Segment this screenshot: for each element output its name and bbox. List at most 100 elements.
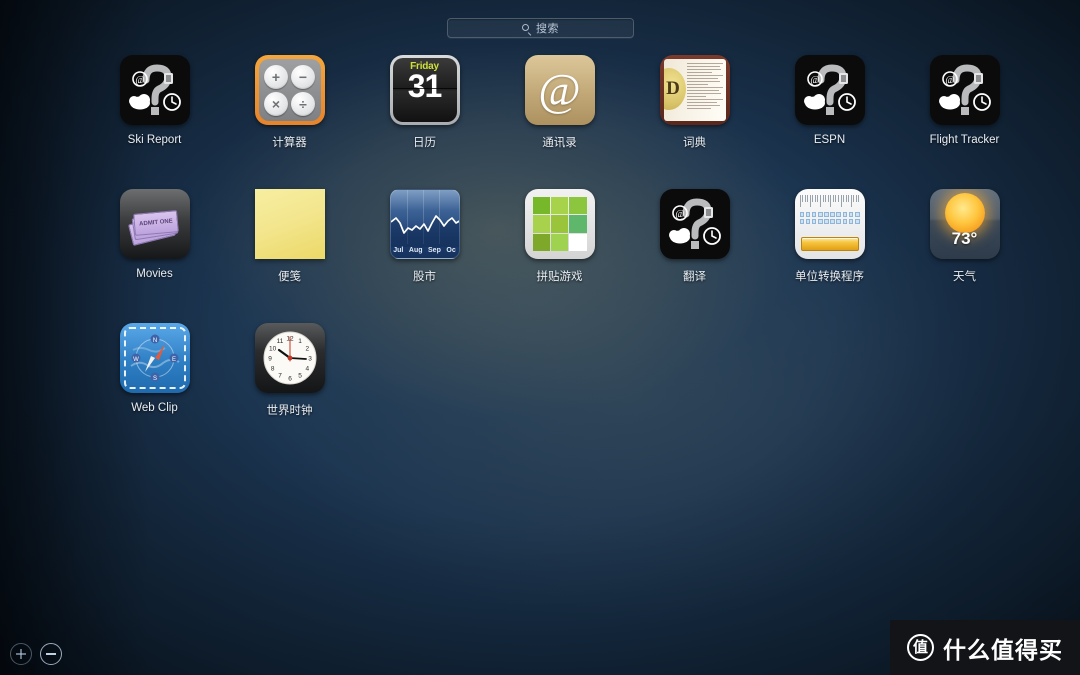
converter-bar [800, 237, 859, 251]
ruler-marks [799, 195, 860, 208]
tile [532, 197, 550, 215]
svg-text:@: @ [135, 75, 144, 86]
svg-text:11: 11 [276, 338, 283, 345]
watermark: 值 什么值得买 [890, 620, 1080, 675]
widget-label: 计算器 [272, 137, 307, 149]
stocks-month: Sep [428, 247, 441, 254]
svg-text:6: 6 [288, 375, 292, 382]
widget-label: Flight Tracker [929, 134, 1000, 146]
widget-label: 单位转换程序 [795, 271, 864, 283]
calendar-icon: Friday 31 [389, 55, 460, 125]
calc-key-minus: − [291, 64, 315, 89]
calendar-day: 31 [407, 68, 443, 104]
svg-text:9: 9 [268, 355, 272, 362]
widget-unit-converter[interactable]: 单位转换程序 [762, 189, 897, 284]
widget-ski-report[interactable]: @ Ski Report [87, 55, 222, 150]
widget-web-clip[interactable]: N S E W Web Clip [87, 323, 222, 418]
svg-text:4: 4 [305, 365, 309, 372]
ticket-front: ADMIT ONE [132, 210, 179, 236]
widget-label: Movies [136, 268, 173, 280]
widget-translation[interactable]: @ 翻译 [627, 189, 762, 284]
weather-sun-icon: 73° [929, 189, 1000, 259]
widget-contacts[interactable]: @ 通讯录 [492, 55, 627, 150]
widget-label: 股市 [413, 271, 436, 283]
analog-clock-icon: 121234567891011 [254, 323, 325, 393]
tile [550, 197, 569, 215]
tile [569, 215, 587, 233]
widget-movies[interactable]: ADMIT ONE Movies [87, 189, 222, 284]
placeholder-widget-icon: @ [929, 55, 1000, 125]
widget-label: 词典 [683, 137, 706, 149]
svg-text:2: 2 [305, 345, 309, 352]
stocks-month: Aug [408, 247, 423, 254]
widget-flight-tracker[interactable]: @ Flight Tracker [897, 55, 1032, 150]
search-placeholder: 搜索 [536, 23, 559, 35]
weather-temperature: 73° [951, 229, 978, 248]
dictionary-icon: D [659, 55, 730, 125]
widget-world-clock[interactable]: 121234567891011 世界时钟 [222, 323, 357, 418]
stocks-month: Jul [393, 247, 404, 254]
stocks-month: Oc [446, 247, 456, 254]
calculator-icon: + − × ÷ [254, 55, 325, 125]
widget-tile-game[interactable]: 拼贴游戏 [492, 189, 627, 284]
svg-text:5: 5 [298, 373, 302, 380]
calc-key-plus: + [264, 64, 288, 89]
tile [532, 233, 550, 251]
movie-ticket-icon: ADMIT ONE [119, 189, 190, 259]
svg-text:1: 1 [298, 338, 302, 345]
svg-text:10: 10 [269, 345, 277, 352]
watermark-logo: 值 [907, 634, 934, 661]
widget-dictionary[interactable]: D 词典 [627, 55, 762, 150]
widget-label: 拼贴游戏 [536, 271, 583, 283]
tile [569, 197, 587, 215]
tile [569, 233, 587, 251]
tile [550, 215, 569, 233]
placeholder-widget-icon: @ [794, 55, 865, 125]
at-glyph: @ [538, 64, 581, 115]
svg-text:@: @ [810, 75, 819, 86]
widget-label: 通讯录 [542, 137, 577, 149]
widget-grid: @ Ski Report + − × ÷ 计算器 Friday 31 日历 @ … [87, 55, 1017, 418]
widget-label: 天气 [953, 271, 976, 283]
svg-text:@: @ [675, 209, 684, 220]
search-icon [522, 23, 532, 37]
widget-label: Ski Report [127, 134, 182, 146]
svg-text:7: 7 [278, 373, 282, 380]
placeholder-widget-icon: @ [119, 55, 190, 125]
widget-label: 日历 [413, 137, 436, 149]
widget-espn[interactable]: @ ESPN [762, 55, 897, 150]
widget-calculator[interactable]: + − × ÷ 计算器 [222, 55, 357, 150]
widget-stocks[interactable]: Jul Aug Sep Oc 股市 [357, 189, 492, 284]
sticky-note-icon [254, 189, 325, 259]
tile-grid [532, 197, 587, 251]
widget-calendar[interactable]: Friday 31 日历 [357, 55, 492, 150]
svg-text:3: 3 [308, 355, 312, 362]
sun-icon [944, 193, 985, 233]
dashboard-controls [10, 643, 62, 665]
add-widget-button[interactable] [10, 643, 32, 665]
search-input-inner: 搜索 [522, 20, 559, 37]
placeholder-widget-icon: @ [659, 189, 730, 259]
widget-label: ESPN [813, 134, 846, 146]
tile-game-icon [524, 189, 595, 259]
compass-icon: N S E W [119, 323, 190, 393]
calc-key-divide: ÷ [291, 91, 315, 116]
manage-widgets-button[interactable] [40, 643, 62, 665]
stock-chart-icon: Jul Aug Sep Oc [389, 189, 460, 259]
widget-label: 便笺 [278, 271, 301, 283]
calc-key-multiply: × [264, 91, 288, 116]
at-sign-icon: @ [524, 55, 595, 125]
svg-text:8: 8 [270, 365, 274, 372]
converter-keypad [799, 212, 860, 224]
svg-text:@: @ [945, 75, 954, 86]
tile [550, 233, 569, 251]
dictionary-letter: D [666, 78, 680, 99]
widget-label: 世界时钟 [266, 405, 313, 417]
unit-converter-icon [794, 189, 865, 259]
widget-label: Web Clip [131, 402, 178, 414]
widget-weather[interactable]: 73° 天气 [897, 189, 1032, 284]
widget-label: 翻译 [683, 271, 706, 283]
search-input[interactable]: 搜索 [447, 18, 634, 38]
tile [532, 215, 550, 233]
widget-stickies[interactable]: 便笺 [222, 189, 357, 284]
